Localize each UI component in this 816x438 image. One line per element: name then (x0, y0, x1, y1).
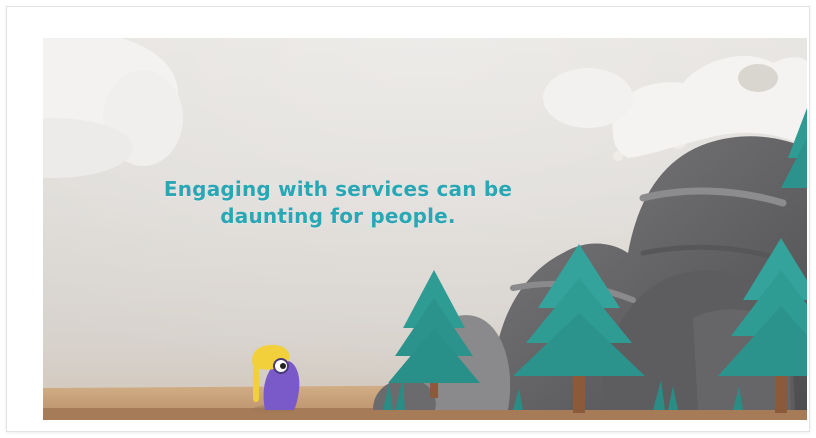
video-caption: Engaging with services can be daunting f… (103, 176, 573, 230)
caption-line-1: Engaging with services can be (163, 177, 513, 201)
caption-line-2: daunting for people. (220, 204, 456, 228)
video-still: Engaging with services can be daunting f… (43, 38, 807, 420)
video-frame: Engaging with services can be daunting f… (6, 6, 810, 432)
